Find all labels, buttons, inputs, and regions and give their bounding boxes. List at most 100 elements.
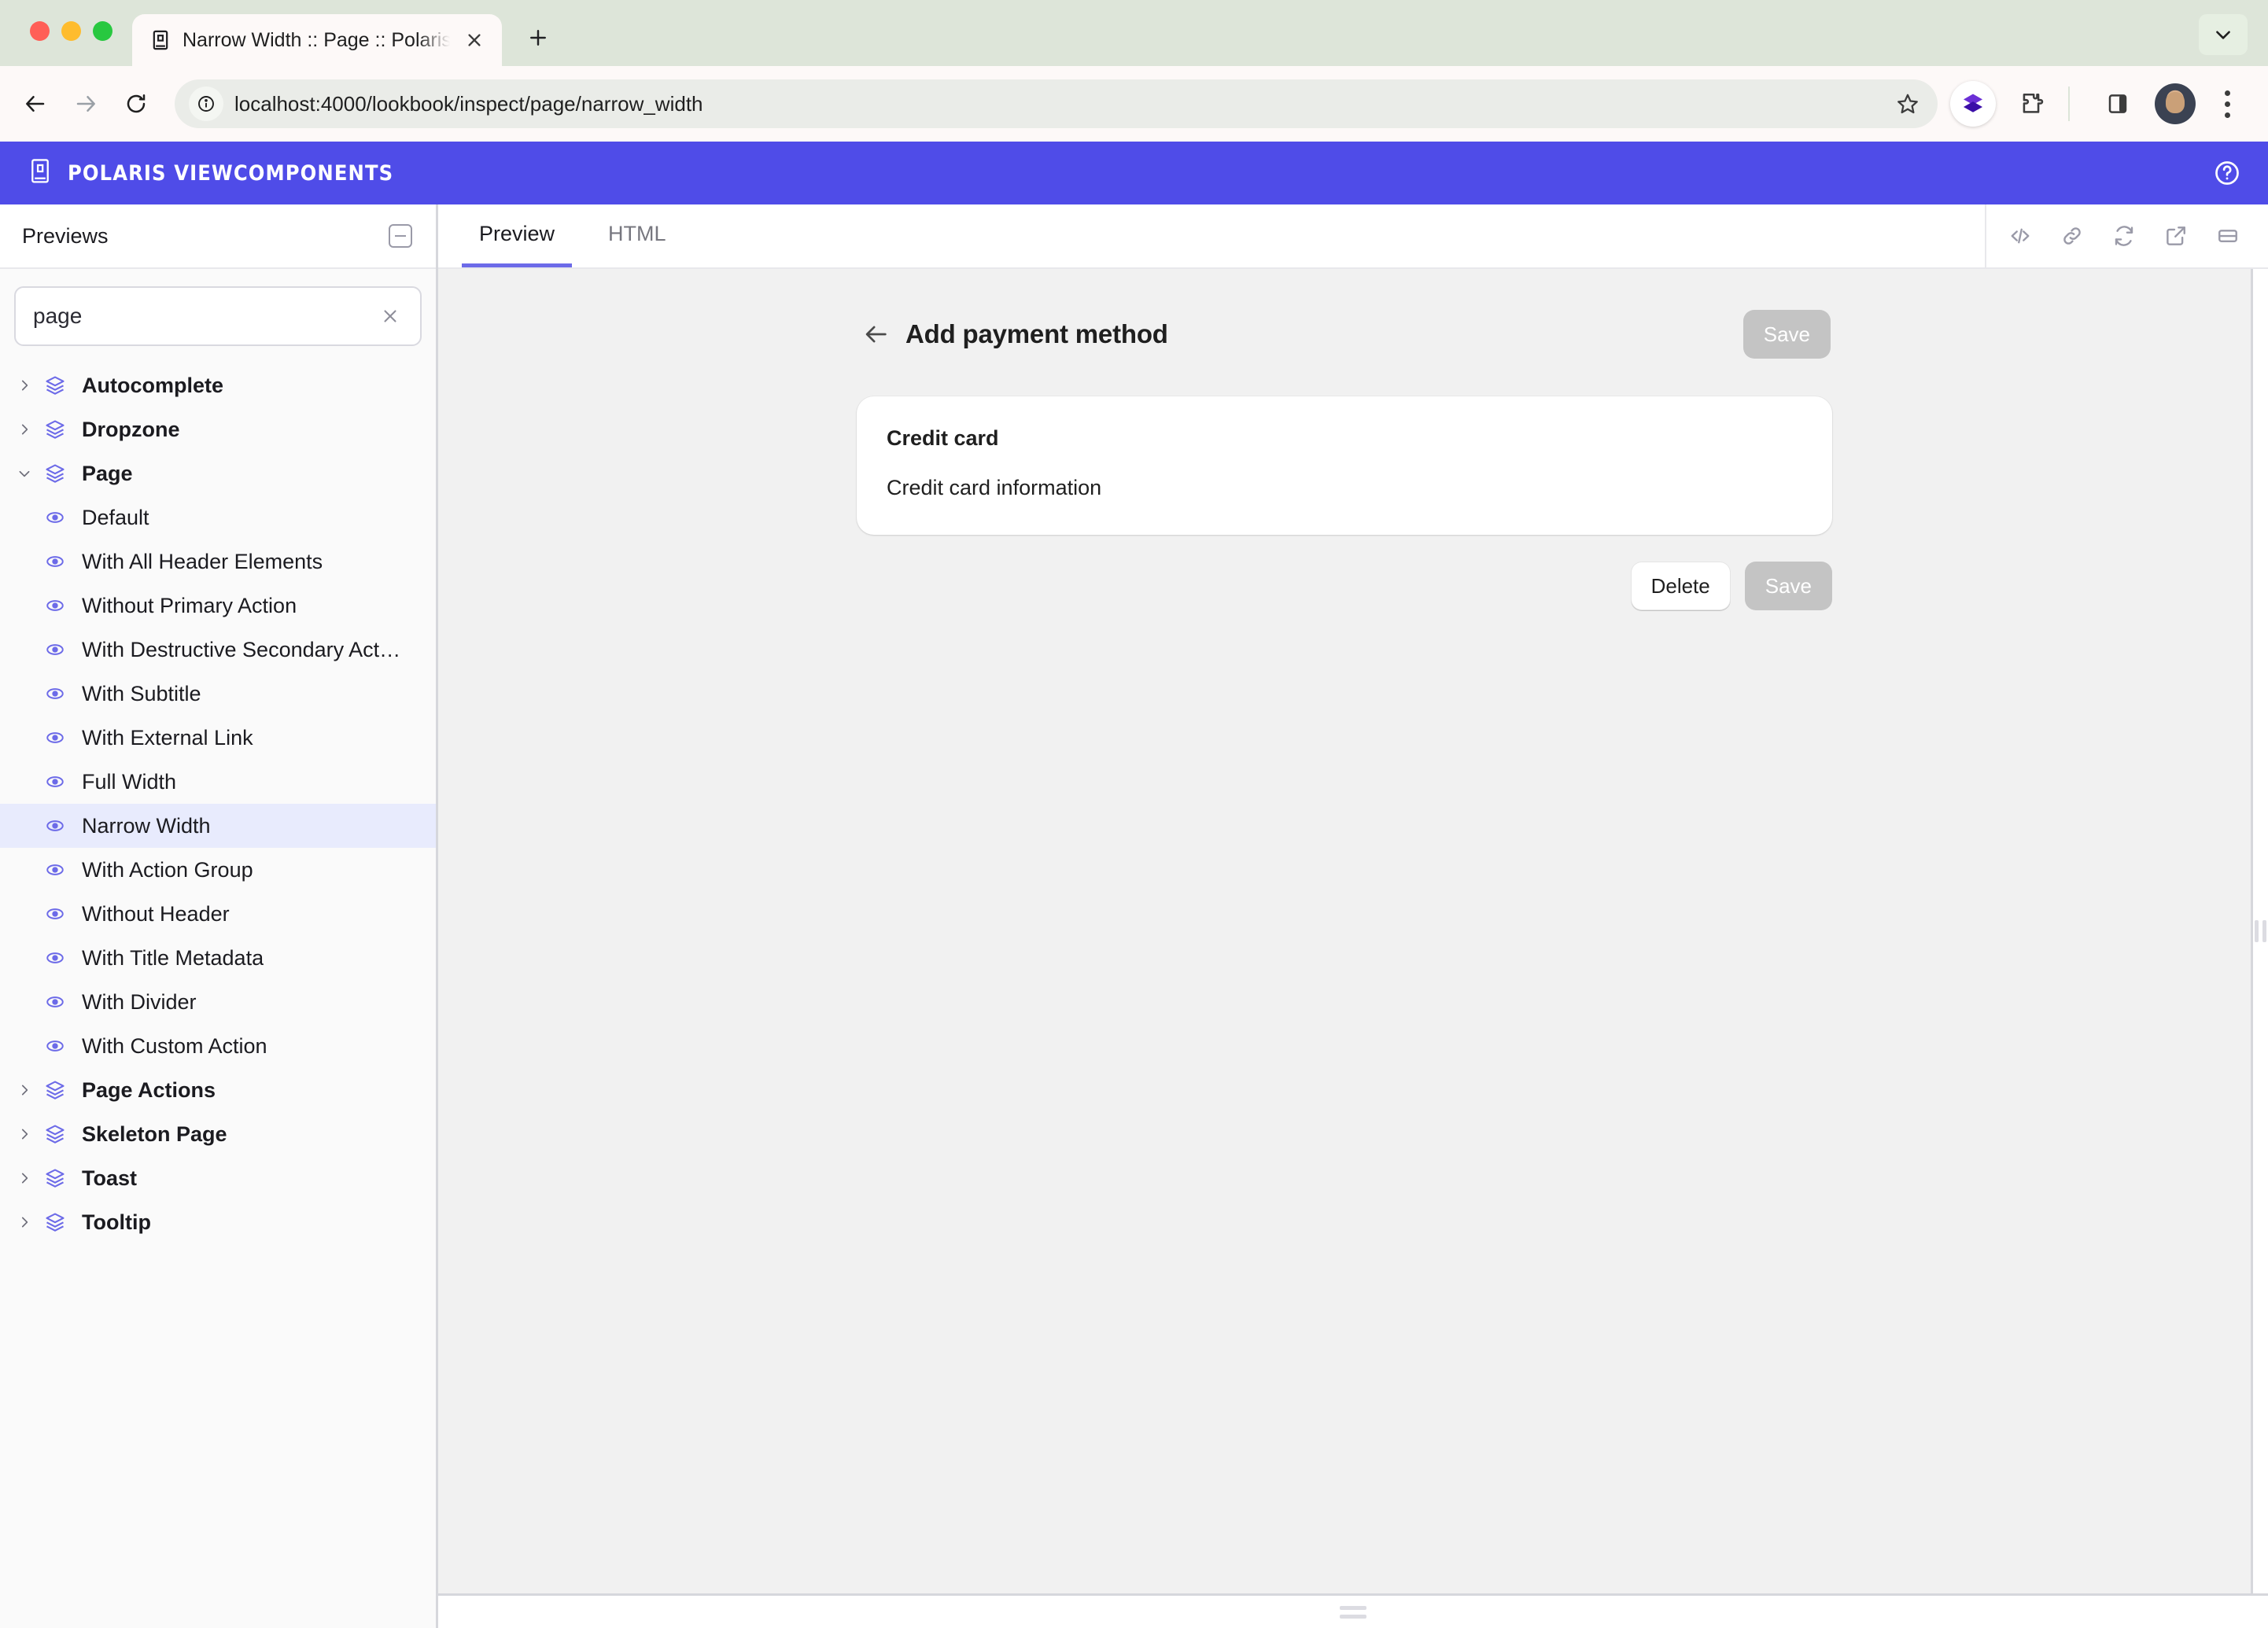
sidebar-item-page-actions[interactable]: Page Actions — [0, 1068, 436, 1112]
maximize-window-button[interactable] — [93, 21, 112, 41]
horizontal-resize-handle[interactable] — [438, 1593, 2268, 1628]
external-link-icon[interactable] — [2150, 212, 2202, 260]
polaris-page-header: Add payment method Save — [857, 305, 1832, 363]
sidebar-item-narrow-width[interactable]: Narrow Width — [0, 804, 436, 848]
minus-square-icon[interactable] — [389, 224, 412, 248]
chevron-down-icon[interactable] — [11, 466, 38, 481]
tab-preview[interactable]: Preview — [462, 204, 572, 267]
vertical-resize-handle[interactable] — [2251, 269, 2268, 1593]
app-brand[interactable]: POLARIS VIEWCOMPONENTS — [28, 158, 393, 189]
search-input[interactable] — [33, 304, 373, 329]
reload-icon[interactable] — [112, 79, 160, 128]
sidebar-item-label: Page Actions — [82, 1078, 216, 1103]
sidebar-item-with-destructive-secondary-act[interactable]: With Destructive Secondary Act… — [0, 628, 436, 672]
code-icon[interactable] — [1994, 212, 2046, 260]
sidebar-item-label: With Destructive Secondary Act… — [82, 638, 400, 662]
sidebar-item-label: With Action Group — [82, 858, 253, 882]
sidebar-item-label: With External Link — [82, 726, 253, 750]
close-icon[interactable] — [461, 27, 488, 53]
chevron-right-icon[interactable] — [11, 1127, 38, 1141]
eye-icon — [38, 948, 72, 968]
sidebar-item-label: Autocomplete — [82, 374, 223, 398]
sidebar-item-label: With Subtitle — [82, 682, 201, 706]
sidebar-item-label: Skeleton Page — [82, 1122, 227, 1147]
sidebar-title: Previews — [22, 224, 389, 249]
header-save-button[interactable]: Save — [1743, 310, 1831, 359]
minimize-window-button[interactable] — [61, 21, 81, 41]
delete-button[interactable]: Delete — [1631, 562, 1731, 610]
tabbar-spacer — [684, 204, 1985, 267]
kebab-menu-icon[interactable] — [2207, 81, 2248, 127]
sidebar-item-with-all-header-elements[interactable]: With All Header Elements — [0, 540, 436, 584]
info-circle-icon[interactable] — [189, 87, 223, 121]
card-body: Credit card information — [887, 476, 1802, 500]
sidebar-item-label: With Title Metadata — [82, 946, 264, 971]
star-icon[interactable] — [1887, 83, 1928, 124]
extension-polaris-icon[interactable] — [1950, 81, 1996, 127]
sidebar-item-without-primary-action[interactable]: Without Primary Action — [0, 584, 436, 628]
chevron-right-icon[interactable] — [11, 422, 38, 436]
sidebar-item-skeleton-page[interactable]: Skeleton Page — [0, 1112, 436, 1156]
preview-stage: Add payment method Save Credit card Cred… — [438, 269, 2251, 1593]
eye-icon — [38, 683, 72, 704]
chevron-right-icon[interactable] — [11, 378, 38, 392]
chevron-right-icon[interactable] — [11, 1171, 38, 1185]
sidebar-item-with-title-metadata[interactable]: With Title Metadata — [0, 936, 436, 980]
app-header: POLARIS VIEWCOMPONENTS — [0, 142, 2268, 204]
close-window-button[interactable] — [30, 21, 50, 41]
arrow-left-icon[interactable] — [11, 79, 60, 128]
panel-layout-icon[interactable] — [2202, 212, 2254, 260]
sidebar-item-with-subtitle[interactable]: With Subtitle — [0, 672, 436, 716]
sidebar-item-page[interactable]: Page — [0, 451, 436, 495]
sidebar-item-with-divider[interactable]: With Divider — [0, 980, 436, 1024]
page-actions: Delete Save — [857, 562, 1832, 610]
credit-card-section: Credit card Credit card information — [857, 396, 1832, 535]
sidebar-item-with-action-group[interactable]: With Action Group — [0, 848, 436, 892]
search-box[interactable] — [14, 286, 422, 346]
arrow-left-icon[interactable] — [858, 316, 894, 352]
address-bar[interactable]: localhost:4000/lookbook/inspect/page/nar… — [175, 79, 1938, 128]
eye-icon — [38, 816, 72, 836]
sidebar-item-label: Dropzone — [82, 418, 180, 442]
sidebar-item-autocomplete[interactable]: Autocomplete — [0, 363, 436, 407]
sidebar-item-label: Tooltip — [82, 1210, 151, 1235]
app-body: Previews Autocomplete Dropzone PageDefault… — [0, 204, 2268, 1628]
previews-sidebar: Previews Autocomplete Dropzone PageDefault… — [0, 204, 438, 1628]
arrow-right-icon[interactable] — [61, 79, 110, 128]
browser-toolbar: localhost:4000/lookbook/inspect/page/nar… — [0, 66, 2268, 142]
sidebar-item-dropzone[interactable]: Dropzone — [0, 407, 436, 451]
refresh-icon[interactable] — [2098, 212, 2150, 260]
eye-icon — [38, 992, 72, 1012]
layers-icon — [38, 1167, 72, 1189]
side-panel-icon[interactable] — [2095, 81, 2141, 127]
sidebar-search-wrap — [0, 269, 436, 360]
sidebar-item-with-external-link[interactable]: With External Link — [0, 716, 436, 760]
sidebar-item-label: With Divider — [82, 990, 197, 1015]
sidebar-item-without-header[interactable]: Without Header — [0, 892, 436, 936]
link-icon[interactable] — [2046, 212, 2098, 260]
chevron-down-icon[interactable] — [2199, 14, 2248, 55]
eye-icon — [38, 551, 72, 572]
sidebar-item-toast[interactable]: Toast — [0, 1156, 436, 1200]
sidebar-item-default[interactable]: Default — [0, 495, 436, 540]
sidebar-item-full-width[interactable]: Full Width — [0, 760, 436, 804]
sidebar-item-label: Toast — [82, 1166, 137, 1191]
sidebar-item-label: Narrow Width — [82, 814, 211, 838]
eye-icon — [38, 860, 72, 880]
chevron-right-icon[interactable] — [11, 1215, 38, 1229]
sidebar-item-with-custom-action[interactable]: With Custom Action — [0, 1024, 436, 1068]
chevron-right-icon[interactable] — [11, 1083, 38, 1097]
tab-html[interactable]: HTML — [591, 204, 684, 267]
browser-tab[interactable]: Narrow Width :: Page :: Polaris — [132, 14, 502, 66]
extensions-puzzle-icon[interactable] — [2008, 81, 2054, 127]
eye-icon — [38, 772, 72, 792]
sidebar-item-label: With All Header Elements — [82, 550, 323, 574]
clear-x-icon[interactable] — [373, 299, 408, 333]
sidebar-item-tooltip[interactable]: Tooltip — [0, 1200, 436, 1244]
preview-tools — [1985, 204, 2268, 267]
save-button[interactable]: Save — [1745, 562, 1832, 610]
profile-avatar[interactable] — [2155, 83, 2196, 124]
question-circle-icon[interactable] — [2213, 159, 2241, 187]
plus-icon[interactable] — [521, 20, 555, 55]
eye-icon — [38, 639, 72, 660]
